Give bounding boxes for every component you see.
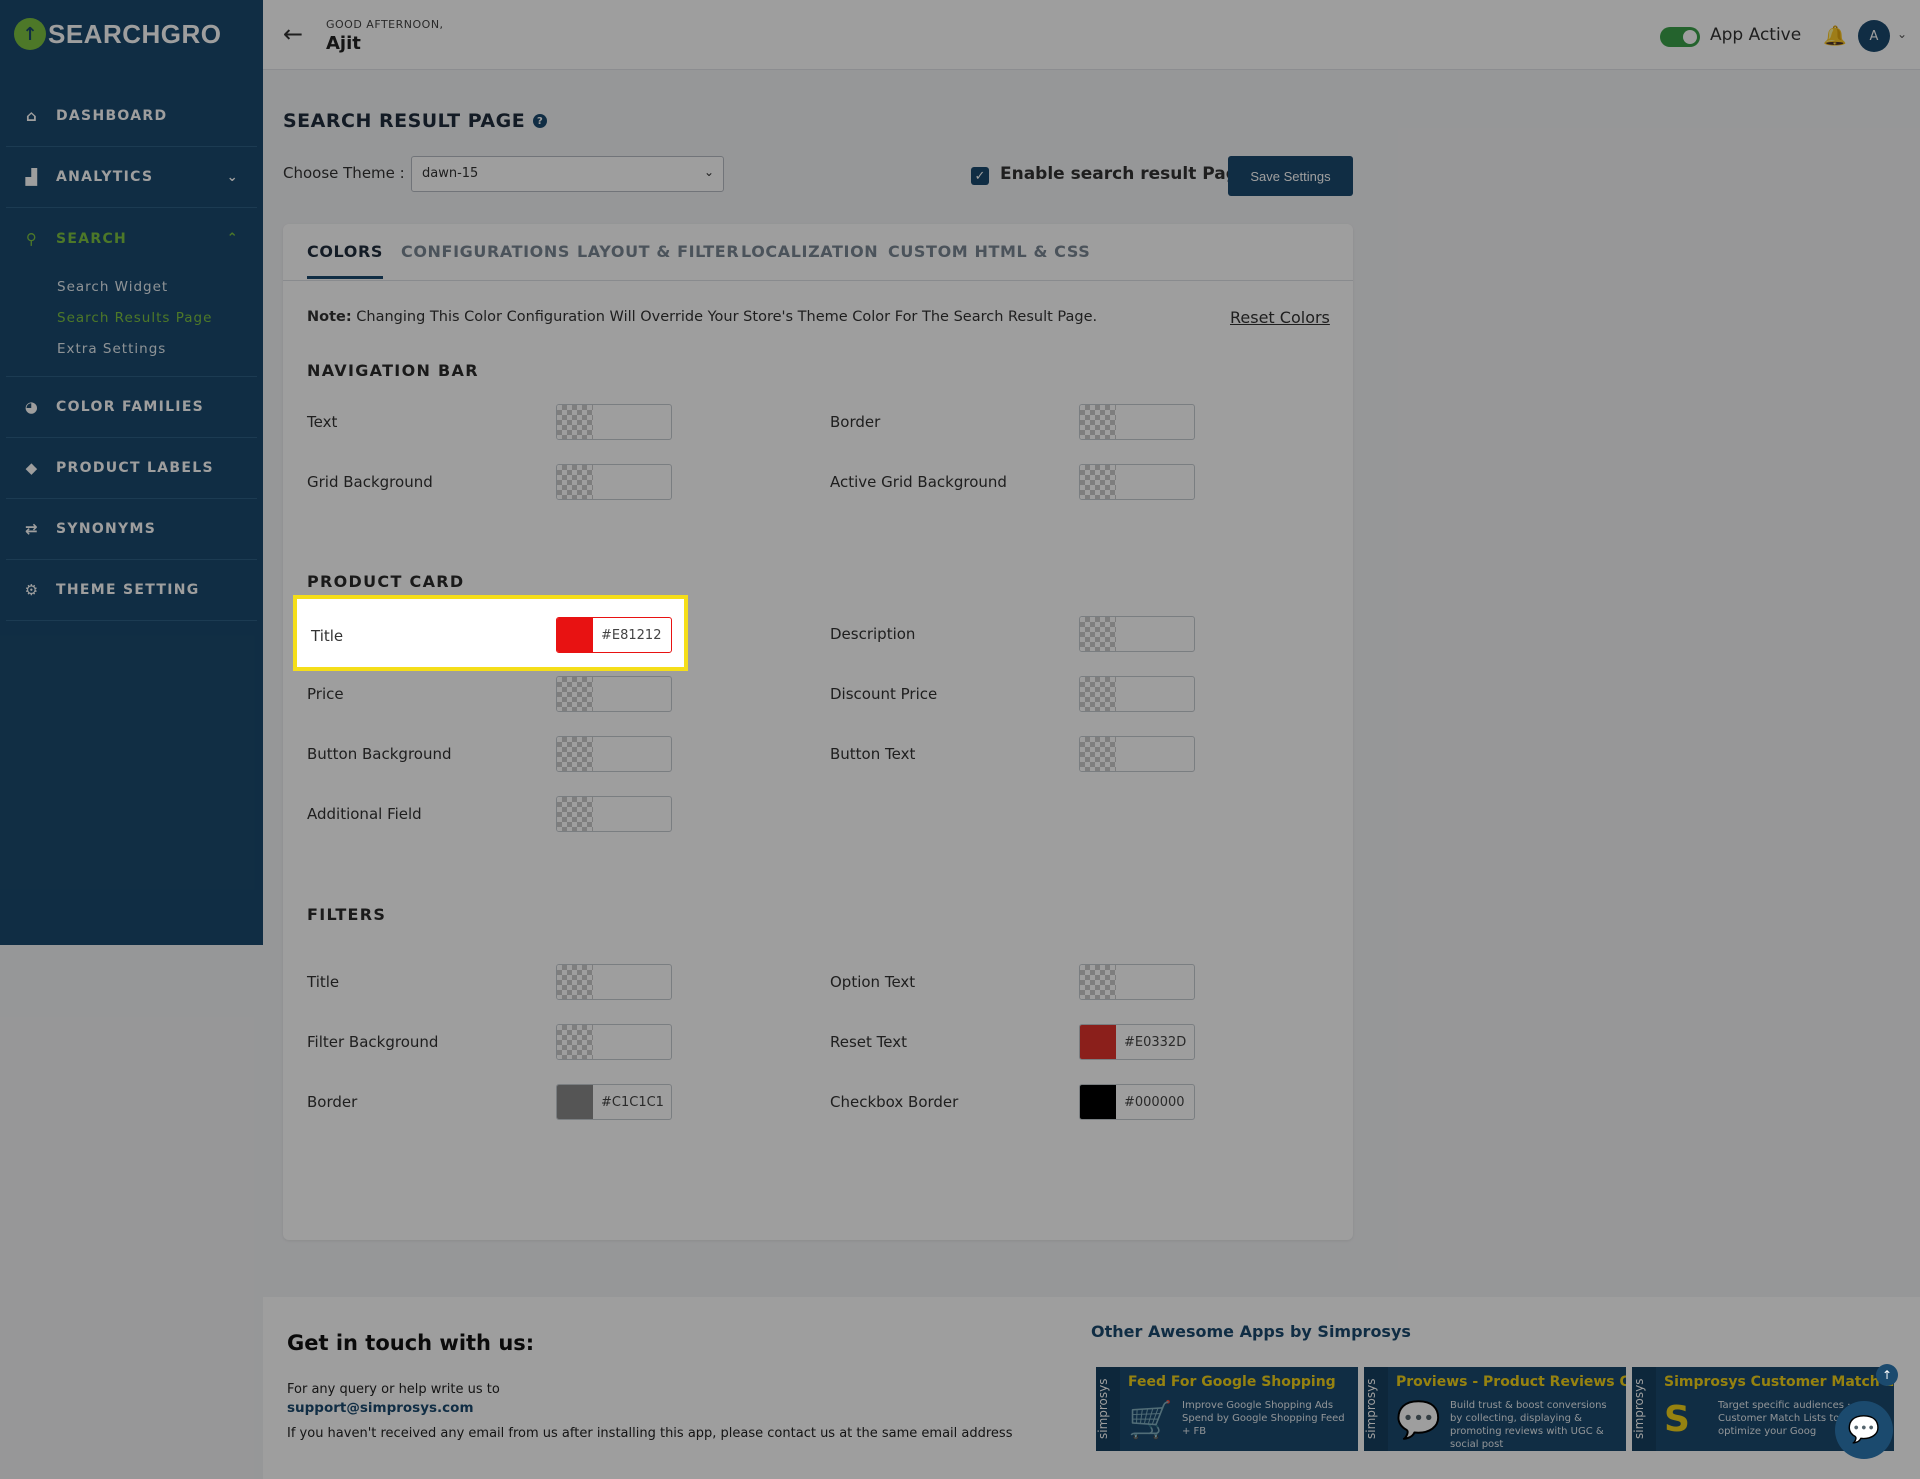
- field-label: Title: [311, 627, 344, 645]
- color-chip: [557, 618, 593, 652]
- scroll-top-icon[interactable]: ↑: [1876, 1364, 1898, 1386]
- focus-overlay: [0, 0, 1920, 1479]
- highlighted-title-field: Title #E81212: [293, 595, 688, 671]
- color-picker-card-title[interactable]: #E81212: [556, 617, 672, 653]
- hex-value: #E81212: [601, 628, 662, 643]
- chat-icon[interactable]: 💬: [1835, 1401, 1893, 1459]
